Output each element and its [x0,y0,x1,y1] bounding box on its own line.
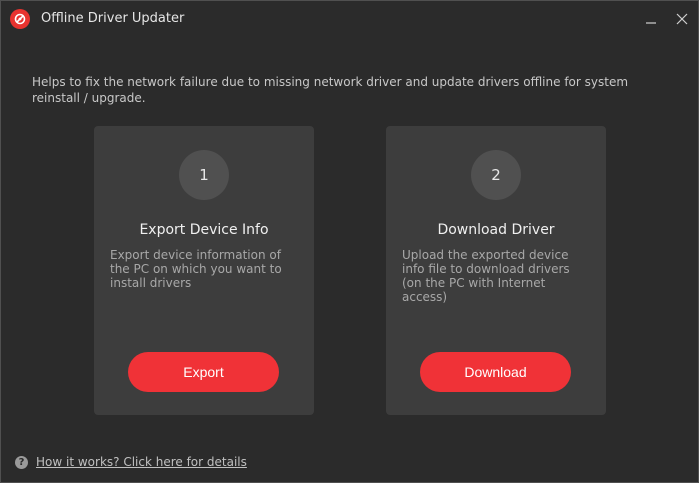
card-description: Upload the exported device info file to … [402,248,570,304]
card-description: Export device information of the PC on w… [110,248,282,290]
minimize-button[interactable] [641,9,661,29]
card-title: Export Device Info [139,222,269,238]
card-title: Download Driver [437,222,555,238]
help-section: ? How it works? Click here for details [15,455,247,469]
question-icon: ? [15,455,28,469]
step-number: 2 [471,150,521,200]
window-title: Offline Driver Updater [41,11,185,26]
close-button[interactable] [672,9,692,29]
title-bar: Offline Driver Updater [1,1,698,37]
app-logo-icon [10,9,30,29]
how-it-works-link[interactable]: How it works? Click here for details [36,455,247,469]
download-card: 2 Download Driver Upload the exported de… [386,126,606,415]
intro-text: Helps to fix the network failure due to … [32,75,629,105]
close-icon [676,13,688,25]
step-number: 1 [179,150,229,200]
app-window: Offline Driver Updater Helps to fix the … [0,0,699,483]
export-button[interactable]: Export [128,352,279,392]
download-button[interactable]: Download [420,352,571,392]
minimize-icon [646,22,656,24]
export-card: 1 Export Device Info Export device infor… [94,126,314,415]
